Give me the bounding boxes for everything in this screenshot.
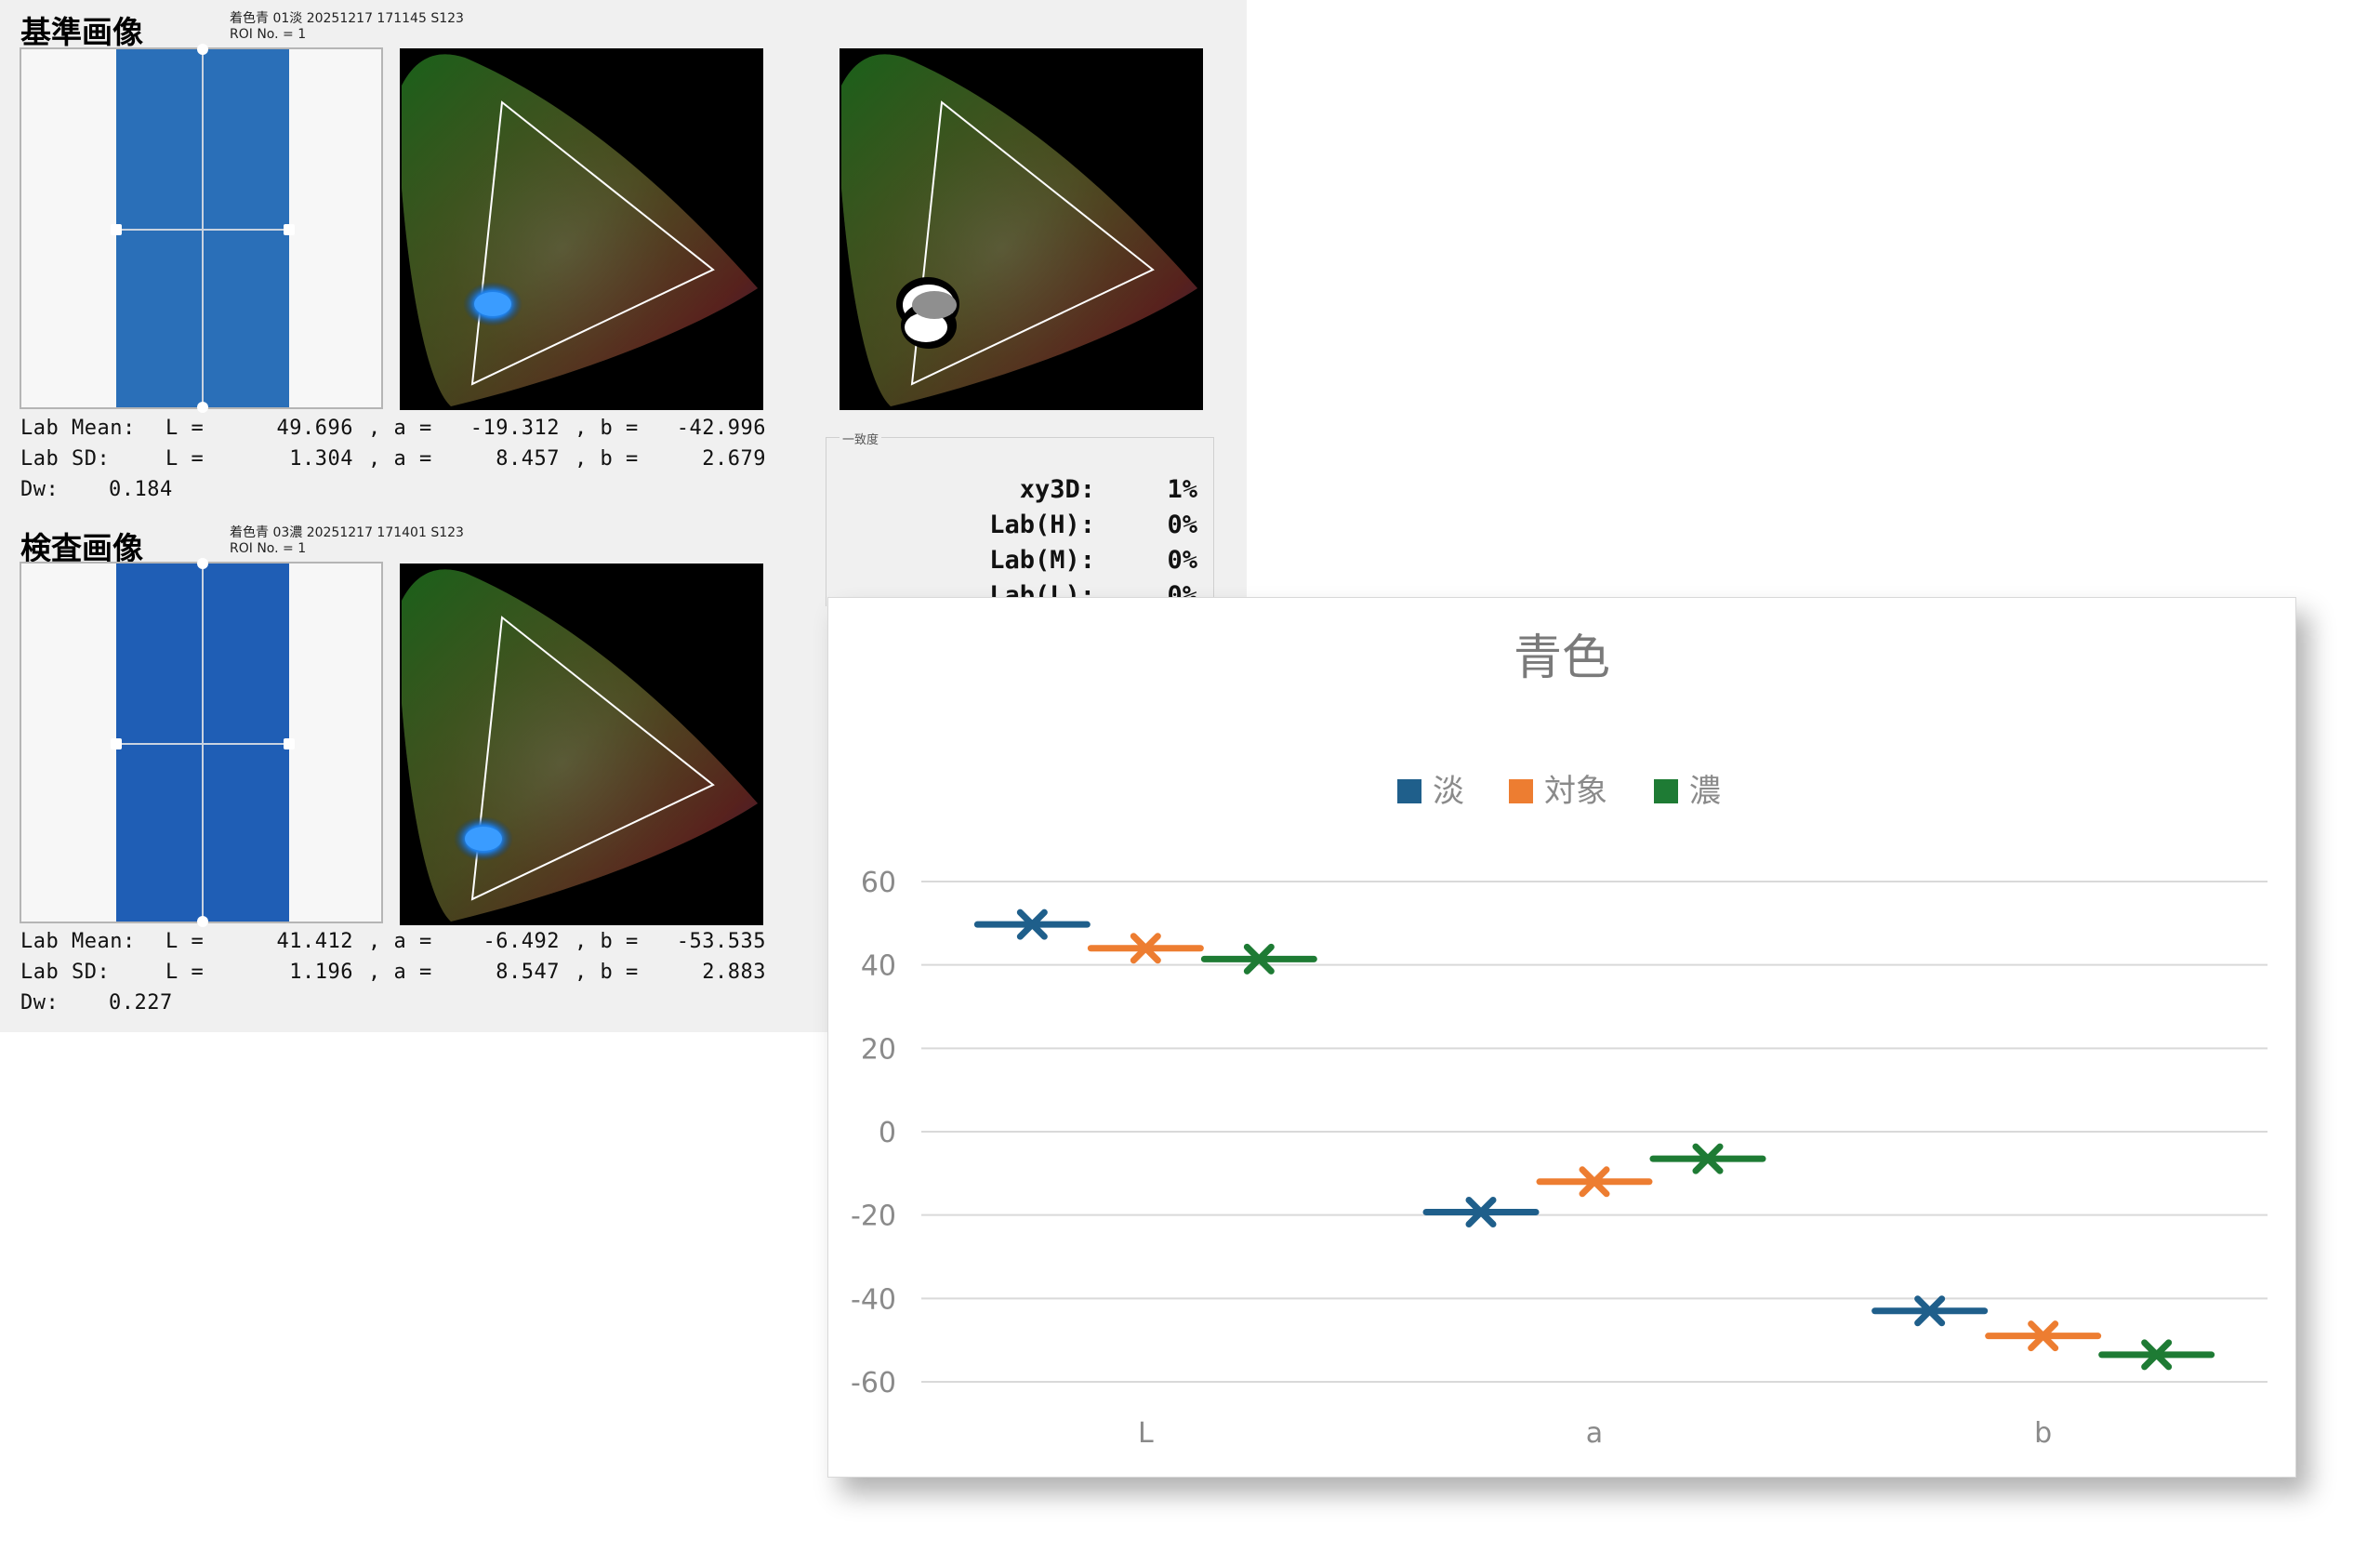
inspection-meta: 着色青 03濃 20251217 171401 S123 ROI No. = 1 — [230, 525, 464, 557]
lab-b-label: , b = — [575, 447, 639, 471]
reference-roi-fill — [111, 44, 295, 413]
lab-chart-card: 青色淡 対象 濃 60 40 20 0 -20 -40 -60 La b — [827, 597, 2296, 1478]
legend-swatch — [1654, 779, 1678, 803]
roi-handle-bottom[interactable] — [197, 916, 208, 927]
reference-chromaticity-diagram — [400, 48, 763, 410]
lab-mean-a-value: -6.492 — [483, 930, 560, 953]
legend-swatch — [1509, 779, 1533, 803]
roi-crosshair-horizontal — [116, 742, 289, 745]
lab-mean-L-value: 49.696 — [276, 417, 353, 440]
reference-lab-sd-row: Lab SD: L = 1.304 , a = 8.457 , b = 2.67… — [20, 447, 766, 473]
reference-meta-line1: 着色青 01淡 20251217 171145 S123 — [230, 11, 464, 26]
roi-handle-right[interactable] — [284, 738, 295, 749]
lab-sd-a-value: 8.547 — [496, 961, 560, 984]
roi-handle-top[interactable] — [197, 558, 208, 569]
legend-label: 対象 — [1544, 773, 1607, 810]
y-tick-label: 60 — [861, 867, 896, 899]
lab-mean-L-value: 41.412 — [276, 930, 353, 953]
lab-a-label: , a = — [368, 417, 432, 440]
dw-label: Dw: — [20, 991, 60, 1015]
lab-sd-label: Lab SD: — [20, 447, 111, 471]
lab-mean-label: Lab Mean: — [20, 930, 136, 953]
lab-a-label: , a = — [368, 930, 432, 953]
chart-title: 青色 — [1514, 630, 1610, 686]
lab-sd-b-value: 2.679 — [702, 447, 766, 471]
roi-handle-top[interactable] — [197, 44, 208, 55]
lab-sd-L-value: 1.304 — [289, 447, 353, 471]
roi-handle-left[interactable] — [111, 224, 122, 235]
dw-value: 0.184 — [109, 478, 173, 501]
y-tick-label: 0 — [879, 1117, 896, 1149]
reference-roi-view[interactable] — [20, 44, 383, 413]
x-tick-label: a — [1586, 1417, 1603, 1450]
lab-sd-label: Lab SD: — [20, 961, 111, 984]
lab-b-label: , b = — [575, 930, 639, 953]
inspection-meta-line1: 着色青 03濃 20251217 171401 S123 — [230, 525, 464, 540]
legend-swatch — [1397, 779, 1421, 803]
consistency-label: 一致度 — [840, 430, 882, 447]
y-tick-label: -20 — [851, 1200, 896, 1233]
reference-lab-mean-row: Lab Mean: L = 49.696 , a = -19.312 , b =… — [20, 417, 766, 443]
lab-sd-b-value: 2.883 — [702, 961, 766, 984]
reference-title: 基準画像 — [20, 14, 143, 50]
inspection-roi-view[interactable] — [20, 558, 383, 927]
lab-L-label: L = — [165, 961, 205, 984]
y-tick-label: 20 — [861, 1033, 896, 1066]
reference-meta: 着色青 01淡 20251217 171145 S123 ROI No. = 1 — [230, 11, 464, 43]
lab-mean-a-value: -19.312 — [469, 417, 560, 440]
y-tick-label: -40 — [851, 1283, 896, 1316]
lab-mean-b-value: -53.535 — [676, 930, 766, 953]
consistency-group: 一致度 xy3D: 1% Lab(H): 0% Lab(M): 0% Lab(L): 0… — [826, 430, 1214, 610]
dw-value: 0.227 — [109, 991, 173, 1015]
inspection-chromaticity-diagram — [400, 564, 763, 925]
lab-L-label: L = — [165, 930, 205, 953]
legend-label: 淡 — [1433, 773, 1464, 810]
lab-mean-b-value: -42.996 — [676, 417, 766, 440]
dw-label: Dw: — [20, 478, 60, 501]
lab-L-label: L = — [165, 417, 205, 440]
roi-handle-bottom[interactable] — [197, 402, 208, 413]
inspection-meta-line2: ROI No. = 1 — [230, 541, 307, 556]
reference-meta-line2: ROI No. = 1 — [230, 27, 307, 42]
comparison-chromaticity-diagram — [840, 48, 1203, 410]
lab-L-label: L = — [165, 447, 205, 471]
lab-a-label: , a = — [368, 447, 432, 471]
roi-crosshair-horizontal — [116, 228, 289, 231]
roi-handle-right[interactable] — [284, 224, 295, 235]
inspection-dw-row: Dw: 0.227 — [20, 991, 299, 1017]
y-tick-label: -60 — [851, 1367, 896, 1399]
inspection-lab-mean-row: Lab Mean: L = 41.412 , a = -6.492 , b = … — [20, 930, 766, 956]
lab-chart: 青色淡 対象 濃 60 40 20 0 -20 -40 -60 L a b — [851, 630, 2268, 1450]
legend-label: 濃 — [1689, 773, 1721, 810]
inspection-lab-sd-row: Lab SD: L = 1.196 , a = 8.547 , b = 2.88… — [20, 961, 766, 987]
x-tick-label: L — [1138, 1417, 1154, 1450]
reference-dw-row: Dw: 0.184 — [20, 478, 299, 504]
inspection-roi-fill — [111, 558, 295, 927]
lab-b-label: , b = — [575, 961, 639, 984]
x-tick-label: b — [2034, 1417, 2052, 1450]
lab-b-label: , b = — [575, 417, 639, 440]
y-tick-label: 40 — [861, 950, 896, 983]
lab-sd-a-value: 8.457 — [496, 447, 560, 471]
lab-sd-L-value: 1.196 — [289, 961, 353, 984]
roi-handle-left[interactable] — [111, 738, 122, 749]
lab-a-label: , a = — [368, 961, 432, 984]
lab-mean-label: Lab Mean: — [20, 417, 136, 440]
